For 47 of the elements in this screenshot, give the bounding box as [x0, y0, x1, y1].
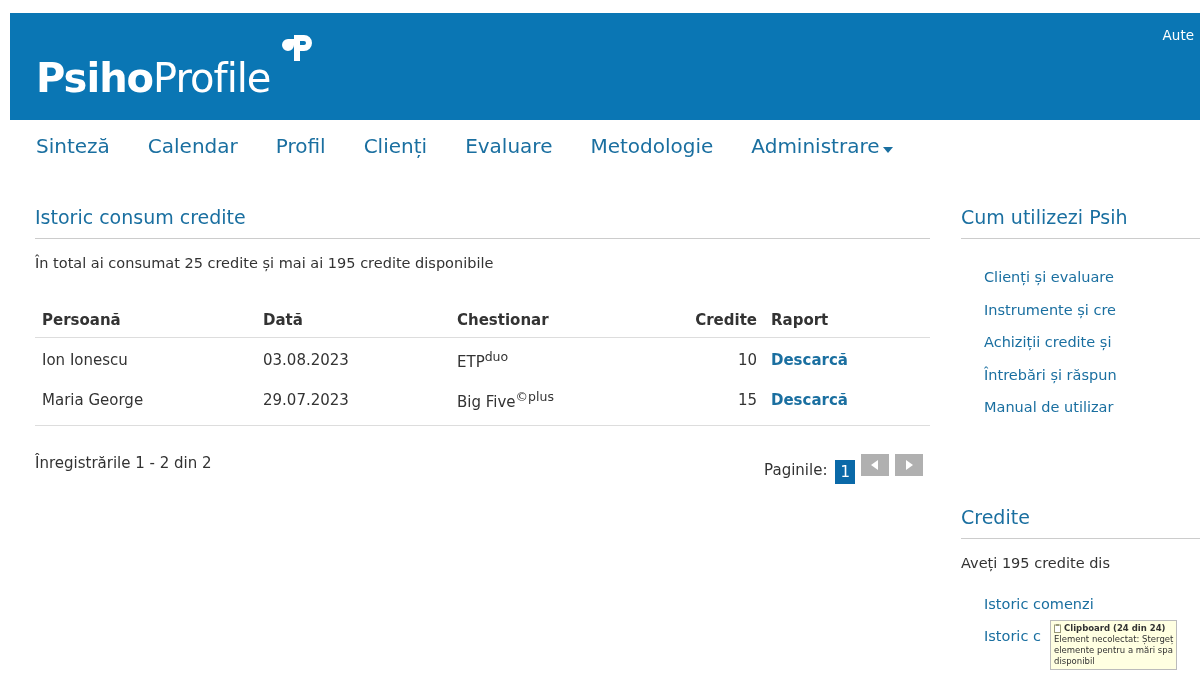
column-header: Raport — [764, 303, 930, 338]
table-cell: 10 — [636, 337, 764, 378]
credits-text: Aveți 195 credite dis — [961, 554, 1111, 571]
nav-item[interactable]: Sinteză — [36, 128, 110, 164]
section-title: Istoric consum credite — [35, 206, 930, 239]
credits-link[interactable]: Istoric c — [967, 628, 1041, 644]
tooltip-text: elemente pentru a mări spa — [1054, 645, 1174, 656]
table-cell: Maria George — [35, 378, 256, 426]
nav-item[interactable]: Metodologie — [590, 128, 714, 164]
help-link[interactable]: Manual de utilizar — [967, 399, 1114, 415]
table-cell: 15 — [636, 378, 764, 426]
section-title: Cum utilizezi Psih — [961, 206, 1200, 239]
records-count: Înregistrările 1 - 2 din 2 — [35, 454, 212, 474]
column-header: Credite — [636, 303, 764, 338]
nav-item[interactable]: Profil — [275, 128, 326, 164]
nav-item[interactable]: Administrare — [751, 128, 894, 164]
clipboard-icon — [1054, 624, 1061, 633]
help-link[interactable]: Instrumente și cre — [967, 301, 1117, 318]
nav-item[interactable]: Calendar — [147, 128, 238, 164]
tooltip-text: disponibil — [1054, 656, 1096, 667]
download-link[interactable]: Descarcă — [771, 391, 848, 409]
pagination-label: Paginile: — [764, 461, 828, 479]
download-link[interactable]: Descarcă — [771, 351, 848, 369]
next-page-icon[interactable] — [895, 454, 923, 476]
page-button[interactable]: 1 — [835, 460, 855, 484]
nav-item[interactable]: Evaluare — [465, 128, 553, 164]
tooltip-title: Clipboard (24 din 24) — [1064, 623, 1166, 634]
help-link[interactable]: Achiziții credite și — [967, 334, 1112, 350]
previous-page-icon[interactable] — [861, 454, 889, 476]
table-cell: 03.08.2023 — [256, 337, 450, 378]
column-header: Chestionar — [450, 303, 637, 338]
credits-link[interactable]: Istoric comenzi — [967, 595, 1094, 612]
help-link[interactable]: Clienți și evaluare — [967, 269, 1114, 285]
top-link[interactable]: Aute — [1162, 27, 1194, 43]
section-title: Credite — [961, 505, 1200, 539]
table-cell: ETP$^{duo}$ — [450, 337, 637, 378]
logo[interactable]: PsihoProfile — [36, 55, 271, 101]
column-header: Persoană — [35, 303, 256, 338]
table-cell: 29.07.2023 — [256, 378, 450, 426]
nav-item[interactable]: Clienți — [363, 128, 428, 164]
caret-icon — [883, 147, 894, 153]
table-cell: Big Five$^{©plus}$ — [450, 378, 637, 426]
help-link[interactable]: Întrebări și răspun — [967, 366, 1117, 383]
table-cell: Ion Ionescu — [35, 337, 256, 378]
summary-text: În total ai consumat 25 credite și mai ai 195 credite disponibile — [35, 255, 495, 271]
tooltip-text: Element necolectat: Ștergeț — [1054, 634, 1174, 645]
column-header: Dată — [256, 303, 450, 338]
